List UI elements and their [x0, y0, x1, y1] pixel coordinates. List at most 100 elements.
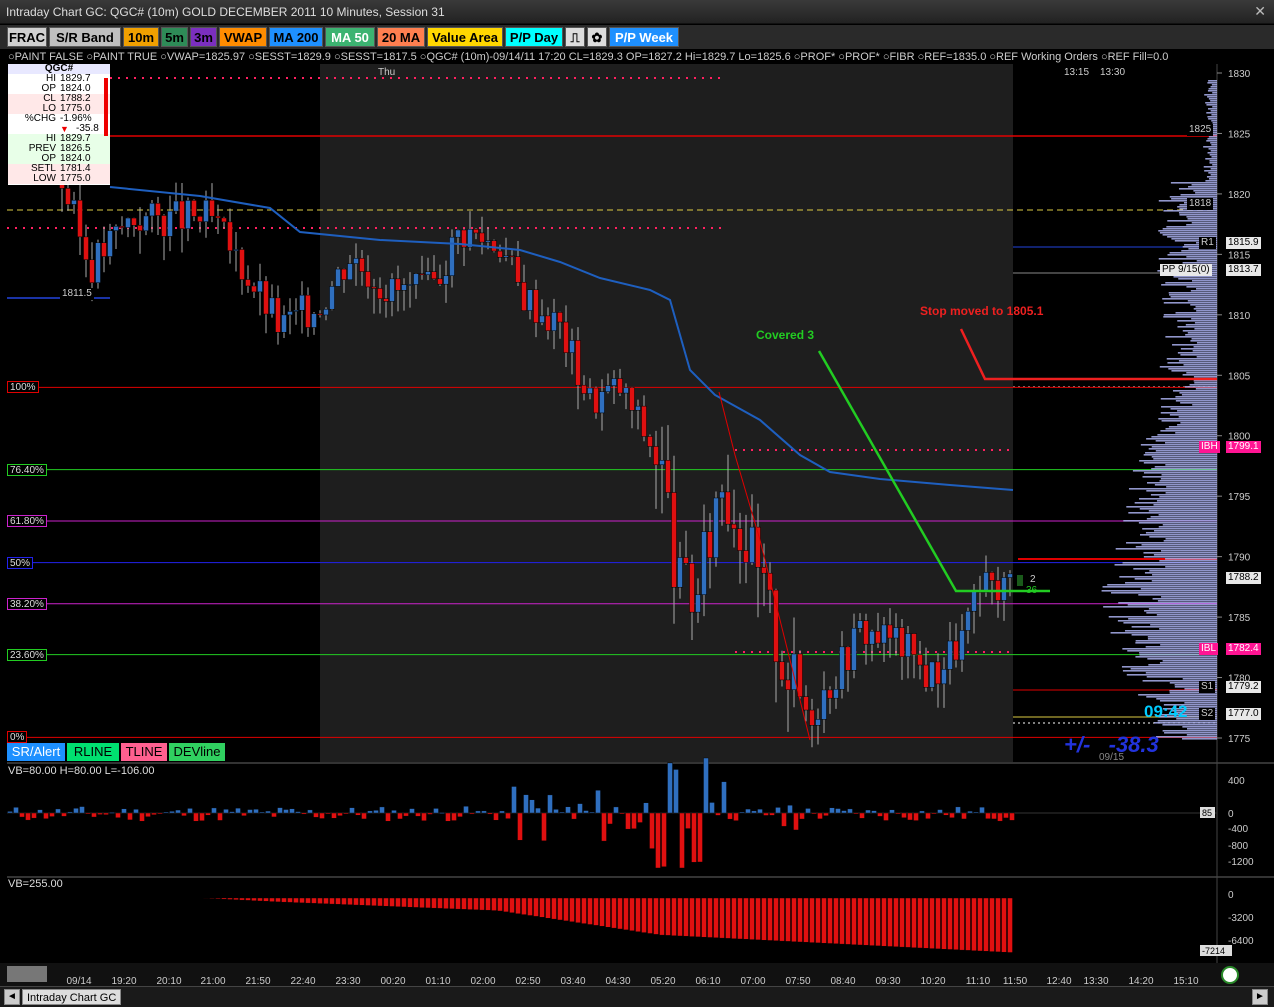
info-key: %CHG [24, 113, 56, 124]
cum-vb-bar [377, 897, 383, 907]
candle-body [521, 282, 527, 311]
candle-body [851, 627, 857, 671]
volume-profile-bar [1178, 360, 1217, 362]
cum-vb-bar [623, 897, 629, 931]
vb-bar [583, 810, 589, 814]
date-tag: 09/15 [1099, 752, 1125, 763]
volume-profile-bar [1186, 372, 1217, 374]
candle-body [935, 661, 941, 685]
volume-profile-bar [1131, 634, 1217, 636]
volume-profile-bar [1182, 726, 1217, 728]
volume-profile-bar [1123, 622, 1217, 624]
vb-bar [415, 812, 421, 817]
volume-profile-bar [1208, 118, 1217, 120]
vb-bar [511, 786, 517, 814]
scroll-left-button[interactable]: ◄ [4, 989, 20, 1005]
tab-intraday-chart[interactable]: Intraday Chart GC [22, 989, 122, 1005]
volume-profile-bar [1170, 408, 1217, 410]
time-axis-label: 13:30 [1083, 976, 1108, 986]
vb-bar [523, 794, 529, 814]
cum-vb-bar [611, 897, 617, 929]
price-tag: S1 [1199, 681, 1216, 694]
info-row: -35.8 ▼ [8, 124, 110, 135]
volume-profile-bar [1209, 162, 1217, 164]
vb-bar [49, 812, 55, 817]
price-tick-label: 1810 [1228, 311, 1251, 322]
vb-bar [199, 812, 205, 822]
volume-profile-bar [1159, 628, 1217, 630]
volume-profile-bar [1130, 668, 1217, 670]
volume-profile-bar [1158, 230, 1217, 232]
volume-profile-bar [1161, 596, 1217, 598]
indicator2-label: VB=255.00 [8, 878, 63, 890]
cum-vb-bar [857, 897, 863, 946]
vb-bar [391, 810, 397, 814]
volume-profile-bar [1208, 148, 1217, 150]
candle-body [857, 620, 863, 629]
candle-body [203, 199, 209, 222]
candle-body [695, 594, 701, 613]
vb-bar [463, 806, 469, 814]
candle-body [257, 280, 263, 293]
volume-profile-bar [1166, 226, 1217, 228]
volume-profile-bar [1133, 568, 1217, 570]
candle-body [263, 280, 269, 315]
cum-vb-bar [815, 897, 821, 944]
volume-profile-bar [1190, 340, 1217, 342]
analysis-button-tline[interactable]: TLINE [121, 743, 167, 761]
analysis-button-sr-alert[interactable]: SR/Alert [7, 743, 65, 761]
vb-bar [565, 806, 571, 814]
cum-vb-bar [395, 897, 401, 907]
analysis-button-devline[interactable]: DEVline [169, 743, 225, 761]
vb-bar [301, 812, 307, 815]
volume-profile-bar [1124, 630, 1217, 632]
chart-canvas[interactable]: 1830182518201815181018051800179517901785… [0, 0, 1274, 986]
candle-body [719, 491, 725, 499]
volume-profile-bar [1180, 402, 1217, 404]
scroll-right-button[interactable]: ► [1252, 989, 1268, 1005]
volume-profile-bar [1160, 412, 1217, 414]
volume-profile-bar [1161, 284, 1217, 286]
vb-bar [19, 812, 25, 818]
candle-body [887, 624, 893, 639]
candle-body [905, 633, 911, 657]
analysis-button-rline[interactable]: RLINE [67, 743, 119, 761]
cum-vb-bar [965, 897, 971, 951]
info-row: HI 1829.7 [8, 74, 110, 84]
volume-profile-bar [1211, 114, 1217, 116]
vb-bar [667, 762, 673, 814]
vb-bar [73, 808, 79, 814]
volume-profile-bar [1135, 546, 1217, 548]
volume-profile-bar [1209, 160, 1217, 162]
time-axis-label: 09:30 [875, 976, 900, 986]
refresh-icon[interactable] [1221, 966, 1239, 984]
cum-vb-bar [593, 897, 599, 926]
volume-profile-bar [1162, 730, 1217, 732]
candle-body [929, 661, 935, 688]
vb-bar [361, 812, 367, 820]
volume-profile-bar [1207, 138, 1217, 140]
vb-bar [763, 812, 769, 816]
vb-bar [985, 812, 991, 819]
volume-profile-bar [1169, 414, 1217, 416]
cum-vb-bar [791, 897, 797, 942]
cum-vb-bar [935, 897, 941, 950]
volume-profile-bar [1193, 346, 1217, 348]
vb-bar [841, 810, 847, 814]
vb-bar [853, 812, 859, 815]
candle-body [527, 289, 533, 311]
cum-vb-bar [449, 897, 455, 910]
cum-vb-bar [653, 897, 659, 935]
vb-bar [7, 811, 13, 814]
candle-body [167, 210, 173, 237]
vb-bar [799, 812, 805, 820]
vb-bar [937, 809, 943, 814]
candle-body [431, 271, 437, 280]
volume-profile-bar [1186, 224, 1217, 226]
cum-vb-bar [971, 897, 977, 951]
vb-bar [895, 812, 901, 815]
vb-bar [325, 812, 331, 815]
vb-bar [91, 812, 97, 818]
vb-bar [247, 809, 253, 814]
vb-bar [337, 812, 343, 816]
